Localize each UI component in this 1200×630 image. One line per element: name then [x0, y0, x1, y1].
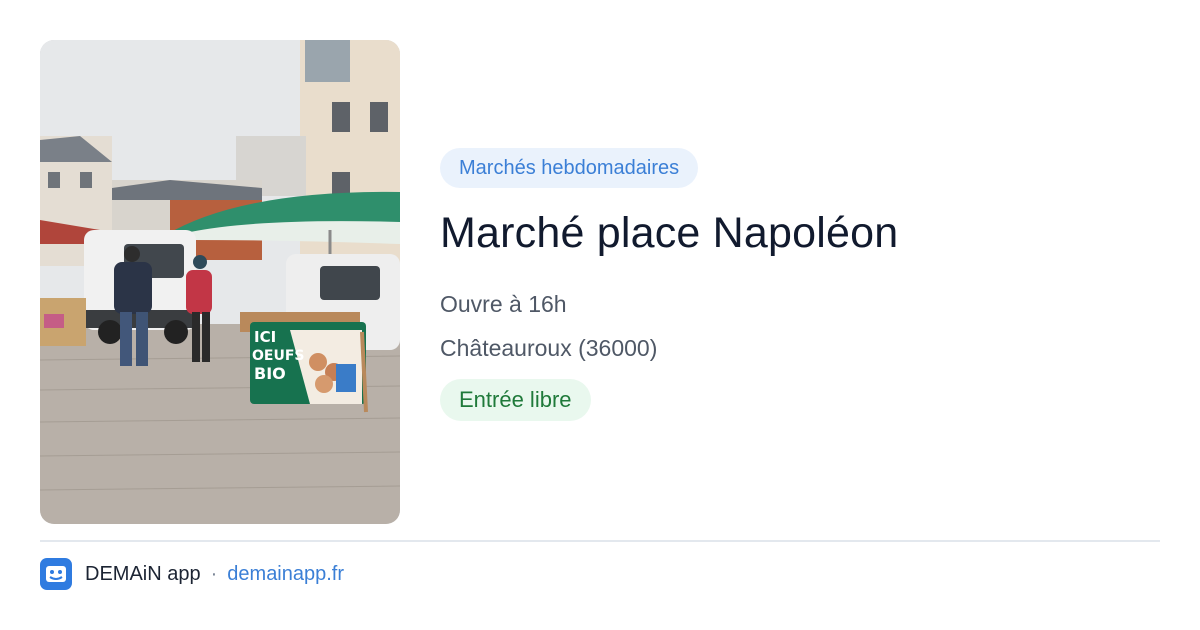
- event-info: Marchés hebdomadaires Marché place Napol…: [440, 148, 1160, 421]
- footer: DEMAiN app · demainapp.fr: [40, 558, 344, 590]
- sign-text-line-3: BIO: [254, 364, 286, 383]
- app-logo-icon: [40, 558, 72, 590]
- category-badge: Marchés hebdomadaires: [440, 148, 699, 188]
- footer-separator: ·: [210, 562, 218, 585]
- market-photo: ICI OEUFS BIO: [40, 40, 400, 524]
- event-title: Marché place Napoléon: [440, 209, 899, 257]
- opening-hours: Ouvre à 16h: [440, 291, 567, 317]
- app-url-link[interactable]: demainapp.fr: [227, 563, 344, 586]
- sign-text-line-2: OEUFS: [252, 348, 304, 364]
- access-badge: Entrée libre: [440, 379, 591, 421]
- app-name: DEMAiN app: [85, 562, 201, 585]
- sign-text-line-1: ICI: [254, 328, 276, 346]
- divider: [40, 540, 1160, 542]
- share-card: ICI OEUFS BIO Marchés hebdomadaires Marc…: [0, 0, 1200, 630]
- event-location: Châteauroux (36000): [440, 335, 658, 361]
